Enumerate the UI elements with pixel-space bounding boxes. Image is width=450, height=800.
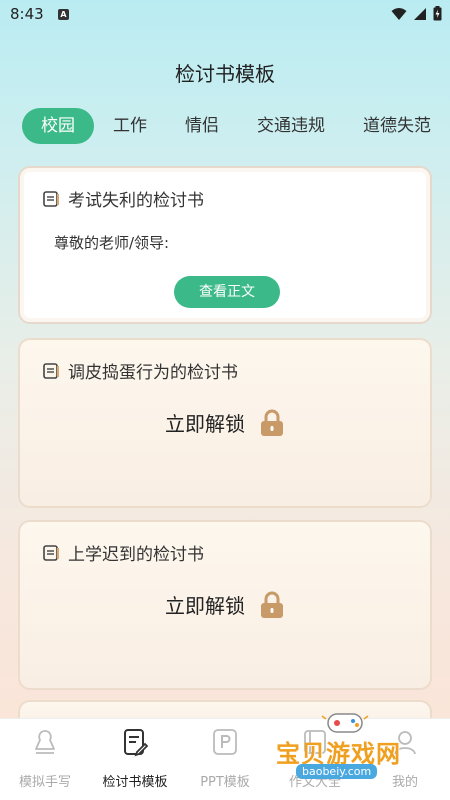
unlock-label: 立即解锁 — [165, 412, 245, 436]
document-icon — [43, 362, 59, 379]
tab-work[interactable]: 工作 — [94, 108, 166, 144]
document-edit-icon — [124, 729, 149, 757]
watermark-logo: 宝贝游戏网 baobeiy.com — [276, 712, 426, 782]
status-time: 8:43 — [10, 5, 44, 23]
card-title: 上学迟到的检讨书 — [68, 545, 204, 565]
locked-template-card[interactable]: 调皮捣蛋行为的检讨书 立即解锁 — [18, 338, 432, 508]
nav-label: 检讨书模板 — [102, 775, 168, 790]
card-title: 考试失利的检讨书 — [68, 191, 204, 211]
locked-template-card[interactable]: 上学迟到的检讨书 立即解锁 — [18, 520, 432, 690]
unlock-label: 立即解锁 — [165, 594, 245, 618]
nav-ppt-template[interactable]: PPT模板 — [180, 719, 270, 800]
notification-a-icon: A — [58, 9, 69, 20]
battery-icon — [433, 6, 442, 21]
unlock-now-button[interactable]: 立即解锁 — [20, 408, 430, 437]
watermark-url: baobeiy.com — [296, 764, 378, 779]
nav-label: PPT模板 — [200, 775, 250, 790]
status-bar: 8:43 A — [0, 0, 450, 30]
signal-icon — [414, 7, 426, 20]
card-preview-text: 尊敬的老师/领导: — [54, 234, 170, 252]
card-header: 考试失利的检讨书 — [42, 186, 204, 211]
lock-icon — [261, 409, 283, 436]
tab-morality[interactable]: 道德失范 — [344, 108, 450, 144]
document-icon — [43, 190, 59, 207]
template-card[interactable]: 考试失利的检讨书 尊敬的老师/领导: 查看正文 — [18, 166, 432, 324]
nav-simulated-handwriting[interactable]: 模拟手写 — [0, 719, 90, 800]
tab-traffic[interactable]: 交通违规 — [238, 108, 344, 144]
wifi-icon — [391, 7, 407, 20]
page-title: 检讨书模板 — [175, 62, 275, 86]
card-header: 上学迟到的检讨书 — [42, 540, 204, 565]
nav-template[interactable]: 检讨书模板 — [90, 719, 180, 800]
unlock-now-button[interactable]: 立即解锁 — [20, 590, 430, 619]
gamepad-icon — [321, 713, 369, 733]
hand-icon — [35, 730, 55, 754]
card-header: 调皮捣蛋行为的检讨书 — [42, 358, 238, 383]
nav-label: 模拟手写 — [18, 775, 71, 790]
card-title: 调皮捣蛋行为的检讨书 — [68, 363, 238, 383]
tab-campus[interactable]: 校园 — [22, 108, 94, 144]
document-icon — [43, 544, 59, 561]
view-full-text-button[interactable]: 查看正文 — [174, 276, 280, 308]
status-icons — [391, 6, 442, 21]
ppt-icon — [213, 729, 237, 755]
category-tabs: 校园 工作 情侣 交通违规 道德失范 — [22, 106, 450, 146]
lock-icon — [261, 591, 283, 618]
tab-couple[interactable]: 情侣 — [166, 108, 238, 144]
